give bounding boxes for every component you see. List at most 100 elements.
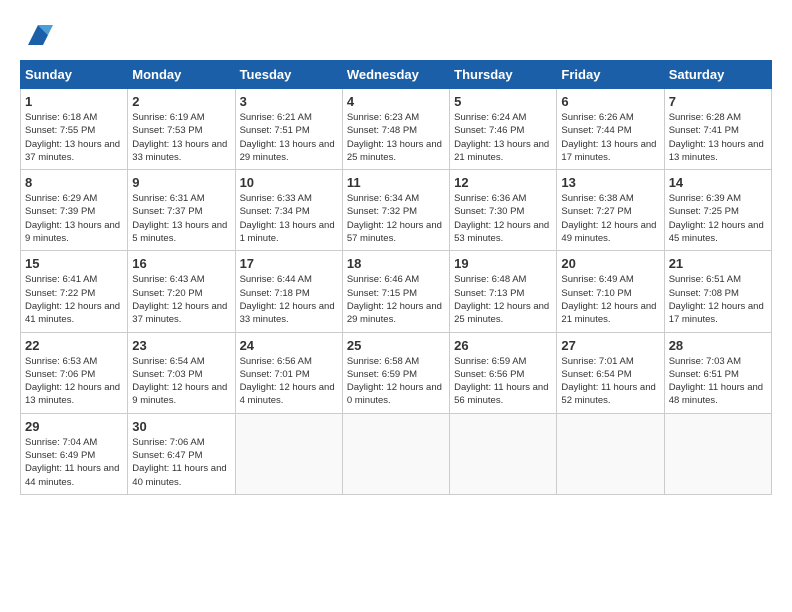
day-number: 6: [561, 94, 659, 109]
table-row: 24 Sunrise: 6:56 AM Sunset: 7:01 PM Dayl…: [235, 332, 342, 413]
day-number: 27: [561, 338, 659, 353]
day-info: Sunrise: 6:39 AM Sunset: 7:25 PM Dayligh…: [669, 192, 767, 245]
table-row: 3 Sunrise: 6:21 AM Sunset: 7:51 PM Dayli…: [235, 89, 342, 170]
day-info: Sunrise: 7:01 AM Sunset: 6:54 PM Dayligh…: [561, 355, 659, 408]
day-info: Sunrise: 6:29 AM Sunset: 7:39 PM Dayligh…: [25, 192, 123, 245]
day-number: 22: [25, 338, 123, 353]
day-number: 7: [669, 94, 767, 109]
day-number: 18: [347, 256, 445, 271]
day-info: Sunrise: 6:36 AM Sunset: 7:30 PM Dayligh…: [454, 192, 552, 245]
day-number: 16: [132, 256, 230, 271]
day-number: 9: [132, 175, 230, 190]
day-info: Sunrise: 6:23 AM Sunset: 7:48 PM Dayligh…: [347, 111, 445, 164]
day-number: 10: [240, 175, 338, 190]
table-row: 30 Sunrise: 7:06 AM Sunset: 6:47 PM Dayl…: [128, 413, 235, 494]
table-row: 8 Sunrise: 6:29 AM Sunset: 7:39 PM Dayli…: [21, 170, 128, 251]
table-row: 29 Sunrise: 7:04 AM Sunset: 6:49 PM Dayl…: [21, 413, 128, 494]
table-row: 10 Sunrise: 6:33 AM Sunset: 7:34 PM Dayl…: [235, 170, 342, 251]
day-header: Wednesday: [342, 61, 449, 89]
day-info: Sunrise: 6:49 AM Sunset: 7:10 PM Dayligh…: [561, 273, 659, 326]
table-row: [342, 413, 449, 494]
day-number: 8: [25, 175, 123, 190]
logo-icon: [23, 20, 53, 50]
day-number: 15: [25, 256, 123, 271]
day-info: Sunrise: 6:51 AM Sunset: 7:08 PM Dayligh…: [669, 273, 767, 326]
day-info: Sunrise: 7:03 AM Sunset: 6:51 PM Dayligh…: [669, 355, 767, 408]
table-row: 1 Sunrise: 6:18 AM Sunset: 7:55 PM Dayli…: [21, 89, 128, 170]
day-info: Sunrise: 6:26 AM Sunset: 7:44 PM Dayligh…: [561, 111, 659, 164]
table-row: 18 Sunrise: 6:46 AM Sunset: 7:15 PM Dayl…: [342, 251, 449, 332]
day-info: Sunrise: 6:33 AM Sunset: 7:34 PM Dayligh…: [240, 192, 338, 245]
day-number: 28: [669, 338, 767, 353]
day-header: Thursday: [450, 61, 557, 89]
table-row: 23 Sunrise: 6:54 AM Sunset: 7:03 PM Dayl…: [128, 332, 235, 413]
day-info: Sunrise: 6:43 AM Sunset: 7:20 PM Dayligh…: [132, 273, 230, 326]
day-header: Friday: [557, 61, 664, 89]
day-number: 25: [347, 338, 445, 353]
table-row: 13 Sunrise: 6:38 AM Sunset: 7:27 PM Dayl…: [557, 170, 664, 251]
table-row: 9 Sunrise: 6:31 AM Sunset: 7:37 PM Dayli…: [128, 170, 235, 251]
day-info: Sunrise: 6:59 AM Sunset: 6:56 PM Dayligh…: [454, 355, 552, 408]
table-row: 19 Sunrise: 6:48 AM Sunset: 7:13 PM Dayl…: [450, 251, 557, 332]
day-info: Sunrise: 6:19 AM Sunset: 7:53 PM Dayligh…: [132, 111, 230, 164]
table-row: 21 Sunrise: 6:51 AM Sunset: 7:08 PM Dayl…: [664, 251, 771, 332]
table-row: 6 Sunrise: 6:26 AM Sunset: 7:44 PM Dayli…: [557, 89, 664, 170]
table-row: 11 Sunrise: 6:34 AM Sunset: 7:32 PM Dayl…: [342, 170, 449, 251]
table-row: 17 Sunrise: 6:44 AM Sunset: 7:18 PM Dayl…: [235, 251, 342, 332]
day-header: Sunday: [21, 61, 128, 89]
day-number: 19: [454, 256, 552, 271]
day-number: 11: [347, 175, 445, 190]
day-info: Sunrise: 6:46 AM Sunset: 7:15 PM Dayligh…: [347, 273, 445, 326]
day-number: 24: [240, 338, 338, 353]
day-number: 12: [454, 175, 552, 190]
day-number: 20: [561, 256, 659, 271]
table-row: 20 Sunrise: 6:49 AM Sunset: 7:10 PM Dayl…: [557, 251, 664, 332]
day-info: Sunrise: 6:58 AM Sunset: 6:59 PM Dayligh…: [347, 355, 445, 408]
day-info: Sunrise: 6:18 AM Sunset: 7:55 PM Dayligh…: [25, 111, 123, 164]
day-number: 1: [25, 94, 123, 109]
day-number: 2: [132, 94, 230, 109]
table-row: 12 Sunrise: 6:36 AM Sunset: 7:30 PM Dayl…: [450, 170, 557, 251]
day-header: Monday: [128, 61, 235, 89]
day-info: Sunrise: 6:48 AM Sunset: 7:13 PM Dayligh…: [454, 273, 552, 326]
table-row: 15 Sunrise: 6:41 AM Sunset: 7:22 PM Dayl…: [21, 251, 128, 332]
day-info: Sunrise: 6:28 AM Sunset: 7:41 PM Dayligh…: [669, 111, 767, 164]
table-row: 16 Sunrise: 6:43 AM Sunset: 7:20 PM Dayl…: [128, 251, 235, 332]
day-number: 14: [669, 175, 767, 190]
day-info: Sunrise: 7:06 AM Sunset: 6:47 PM Dayligh…: [132, 436, 230, 489]
day-info: Sunrise: 6:34 AM Sunset: 7:32 PM Dayligh…: [347, 192, 445, 245]
day-info: Sunrise: 7:04 AM Sunset: 6:49 PM Dayligh…: [25, 436, 123, 489]
table-row: [235, 413, 342, 494]
table-row: 5 Sunrise: 6:24 AM Sunset: 7:46 PM Dayli…: [450, 89, 557, 170]
table-row: 14 Sunrise: 6:39 AM Sunset: 7:25 PM Dayl…: [664, 170, 771, 251]
table-row: 22 Sunrise: 6:53 AM Sunset: 7:06 PM Dayl…: [21, 332, 128, 413]
day-number: 13: [561, 175, 659, 190]
day-number: 21: [669, 256, 767, 271]
day-number: 26: [454, 338, 552, 353]
day-number: 5: [454, 94, 552, 109]
day-info: Sunrise: 6:41 AM Sunset: 7:22 PM Dayligh…: [25, 273, 123, 326]
day-number: 3: [240, 94, 338, 109]
table-row: 25 Sunrise: 6:58 AM Sunset: 6:59 PM Dayl…: [342, 332, 449, 413]
table-row: 2 Sunrise: 6:19 AM Sunset: 7:53 PM Dayli…: [128, 89, 235, 170]
day-info: Sunrise: 6:44 AM Sunset: 7:18 PM Dayligh…: [240, 273, 338, 326]
day-info: Sunrise: 6:56 AM Sunset: 7:01 PM Dayligh…: [240, 355, 338, 408]
day-number: 17: [240, 256, 338, 271]
table-row: [450, 413, 557, 494]
table-row: 7 Sunrise: 6:28 AM Sunset: 7:41 PM Dayli…: [664, 89, 771, 170]
day-number: 4: [347, 94, 445, 109]
logo: [20, 25, 53, 50]
table-row: 4 Sunrise: 6:23 AM Sunset: 7:48 PM Dayli…: [342, 89, 449, 170]
table-row: [557, 413, 664, 494]
day-number: 30: [132, 419, 230, 434]
day-info: Sunrise: 6:53 AM Sunset: 7:06 PM Dayligh…: [25, 355, 123, 408]
day-info: Sunrise: 6:21 AM Sunset: 7:51 PM Dayligh…: [240, 111, 338, 164]
day-info: Sunrise: 6:54 AM Sunset: 7:03 PM Dayligh…: [132, 355, 230, 408]
table-row: 26 Sunrise: 6:59 AM Sunset: 6:56 PM Dayl…: [450, 332, 557, 413]
day-info: Sunrise: 6:24 AM Sunset: 7:46 PM Dayligh…: [454, 111, 552, 164]
calendar: SundayMondayTuesdayWednesdayThursdayFrid…: [20, 60, 772, 495]
day-number: 23: [132, 338, 230, 353]
table-row: 28 Sunrise: 7:03 AM Sunset: 6:51 PM Dayl…: [664, 332, 771, 413]
table-row: 27 Sunrise: 7:01 AM Sunset: 6:54 PM Dayl…: [557, 332, 664, 413]
table-row: [664, 413, 771, 494]
